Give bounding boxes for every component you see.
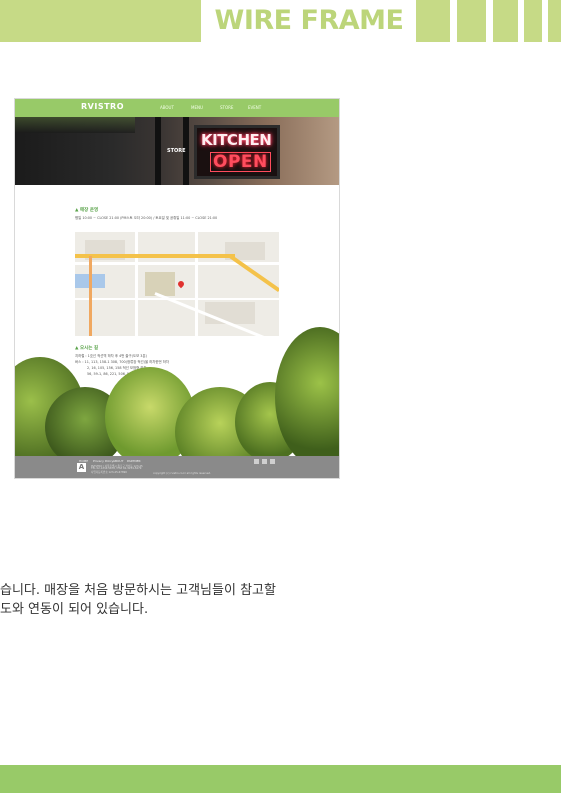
map-road: [135, 232, 138, 336]
header-bar-left: [0, 0, 201, 42]
footer-link[interactable]: PARTNER: [127, 459, 141, 463]
bottom-bar: [0, 765, 561, 793]
map-main-road: [228, 254, 279, 293]
map-road: [75, 262, 279, 265]
wireframe-logo[interactable]: RVISTRO: [81, 102, 124, 111]
footer-info: 사업자등록번호 123-45-67890: [91, 471, 127, 474]
map-pin-icon[interactable]: [176, 279, 186, 289]
social-icon[interactable]: [270, 459, 275, 464]
neon-sign-open: OPEN: [210, 152, 271, 172]
map-block: [145, 272, 175, 296]
tree-foliage-illustration: [15, 327, 339, 477]
nav-item-store[interactable]: STORE: [220, 105, 233, 110]
header-stripe: [548, 0, 561, 42]
hero-beam: [155, 117, 161, 185]
nav-item-about[interactable]: ABOUT: [160, 105, 174, 110]
nav-item-menu[interactable]: MENU: [191, 105, 203, 110]
hero-foliage: [15, 117, 135, 133]
header-stripe: [493, 0, 518, 42]
page-title: WIRE FRAME: [204, 0, 414, 42]
header-stripe: [457, 0, 486, 42]
footer-link[interactable]: Privacy Policy: [93, 459, 113, 463]
wireframe-page-preview: RVISTRO ABOUT MENU STORE EVENT STORE KIT…: [14, 98, 340, 479]
neon-sign: KITCHEN OPEN: [194, 125, 280, 179]
wireframe-navbar: RVISTRO ABOUT MENU STORE EVENT: [15, 99, 339, 117]
hero-banner: STORE KITCHEN OPEN: [15, 117, 339, 185]
footer-copyright: copyright (c) rvistro.co.kr all rights r…: [153, 472, 211, 475]
hero-title: STORE: [167, 148, 186, 154]
footer-link[interactable]: ABOUT: [113, 459, 123, 463]
social-icon[interactable]: [262, 459, 267, 464]
description-line: 도와 연동이 되어 있습니다.: [0, 602, 149, 617]
map-main-road: [75, 254, 235, 258]
store-location-map[interactable]: [75, 232, 279, 336]
map-main-road: [89, 256, 92, 336]
description-line: 습니다. 매장을 처음 방문하시는 고객님들이 참고할: [0, 583, 276, 598]
map-road: [195, 232, 198, 336]
nav-item-event[interactable]: EVENT: [248, 105, 261, 110]
store-hours-title: ▲ 매장 운영: [75, 208, 99, 213]
neon-sign-kitchen: KITCHEN: [201, 131, 272, 149]
social-icon[interactable]: [254, 459, 259, 464]
footer-logo-icon: A: [77, 463, 86, 472]
header-stripe: [524, 0, 542, 42]
store-hours-text: 평일 10:00 ~ CLOSE 21:00 (PM스토 오더 20:00) /…: [75, 216, 218, 220]
header-stripe: [416, 0, 450, 42]
map-road: [75, 298, 279, 300]
wireframe-footer: HOME Privacy Policy ABOUT PARTNER A RVIS…: [15, 456, 339, 478]
map-block: [205, 302, 255, 324]
